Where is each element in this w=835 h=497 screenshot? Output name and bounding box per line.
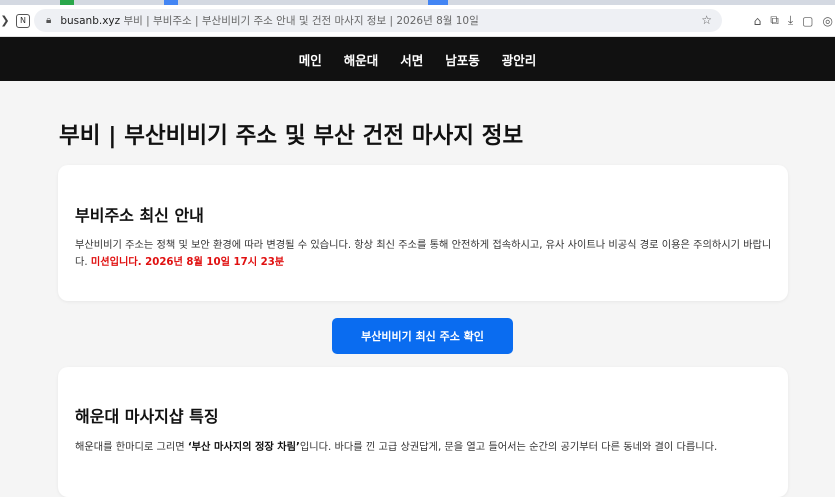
reader-mode-icon[interactable]: N xyxy=(16,13,30,28)
haeundae-heading: 해운대 마사지샵 특징 xyxy=(75,407,219,426)
back-arrow-icon[interactable]: ❯ xyxy=(0,14,10,27)
notice-heading: 부비주소 최신 안내 xyxy=(75,206,204,225)
browser-address-bar: ❯ N 🔒︎ busanb.xyz 부비 | 부비주소 | 부산비비기 주소 안… xyxy=(0,5,835,37)
nav-item-nampodong[interactable]: 남포동 xyxy=(445,50,480,69)
haeundae-body: 해운대를 한마디로 그리면 ‘부산 마사지의 정장 차림’입니다. 바다를 낀 … xyxy=(75,439,775,456)
lock-icon[interactable]: 🔒︎ xyxy=(46,15,51,26)
site-nav: 메인 해운대 서면 남포동 광안리 xyxy=(0,37,835,81)
url-text[interactable]: busanb.xyz 부비 | 부비주소 | 부산비비기 주소 안내 및 건전 … xyxy=(60,13,478,28)
url-bar[interactable]: 🔒︎ busanb.xyz 부비 | 부비주소 | 부산비비기 주소 안내 및 … xyxy=(34,9,722,32)
latest-address-button[interactable]: 부산비비기 최신 주소 확인 xyxy=(332,318,513,354)
url-title: 부비 | 부비주소 | 부산비비기 주소 안내 및 건전 마사지 정보 | 20… xyxy=(123,15,479,27)
nav-item-main[interactable]: 메인 xyxy=(299,50,322,69)
notice-body: 부산비비기 주소는 정책 및 보안 환경에 따라 변경될 수 있습니다. 항상 … xyxy=(75,237,775,271)
haeundae-body-after: 입니다. 바다를 낀 고급 상권답게, 문을 열고 들어서는 순간의 공기부터 … xyxy=(299,442,718,453)
nav-item-gwangalli[interactable]: 광안리 xyxy=(502,50,537,69)
nav-item-seomyeon[interactable]: 서면 xyxy=(400,50,423,69)
download-icon[interactable]: ⤓ xyxy=(788,13,793,28)
sidebar-icon[interactable]: ▢ xyxy=(802,14,813,28)
url-domain: busanb.xyz xyxy=(60,15,121,27)
haeundae-card: 해운대 마사지샵 특징 해운대를 한마디로 그리면 ‘부산 마사지의 정장 차림… xyxy=(58,367,788,497)
extensions-icon[interactable]: ⌂ xyxy=(754,14,762,28)
bookmark-star-icon[interactable]: ☆ xyxy=(701,13,712,27)
page-title: 부비 | 부산비비기 주소 및 부산 건전 마사지 정보 xyxy=(59,123,524,149)
browser-toolbar: ⌂ ⧉ ⤓ ▢ ◎ xyxy=(754,5,833,36)
haeundae-body-before: 해운대를 한마디로 그리면 xyxy=(75,442,188,453)
nav-item-haeundae[interactable]: 해운대 xyxy=(344,50,379,69)
notice-highlight: 미션입니다. 2026년 8월 10일 17시 23분 xyxy=(90,257,285,268)
profile-icon[interactable]: ◎ xyxy=(823,14,833,28)
haeundae-body-bold: ‘부산 마사지의 정장 차림’ xyxy=(187,442,300,453)
tab-search-icon[interactable]: ⧉ xyxy=(770,13,779,28)
notice-card: 부비주소 최신 안내 부산비비기 주소는 정책 및 보안 환경에 따라 변경될 … xyxy=(58,165,788,301)
